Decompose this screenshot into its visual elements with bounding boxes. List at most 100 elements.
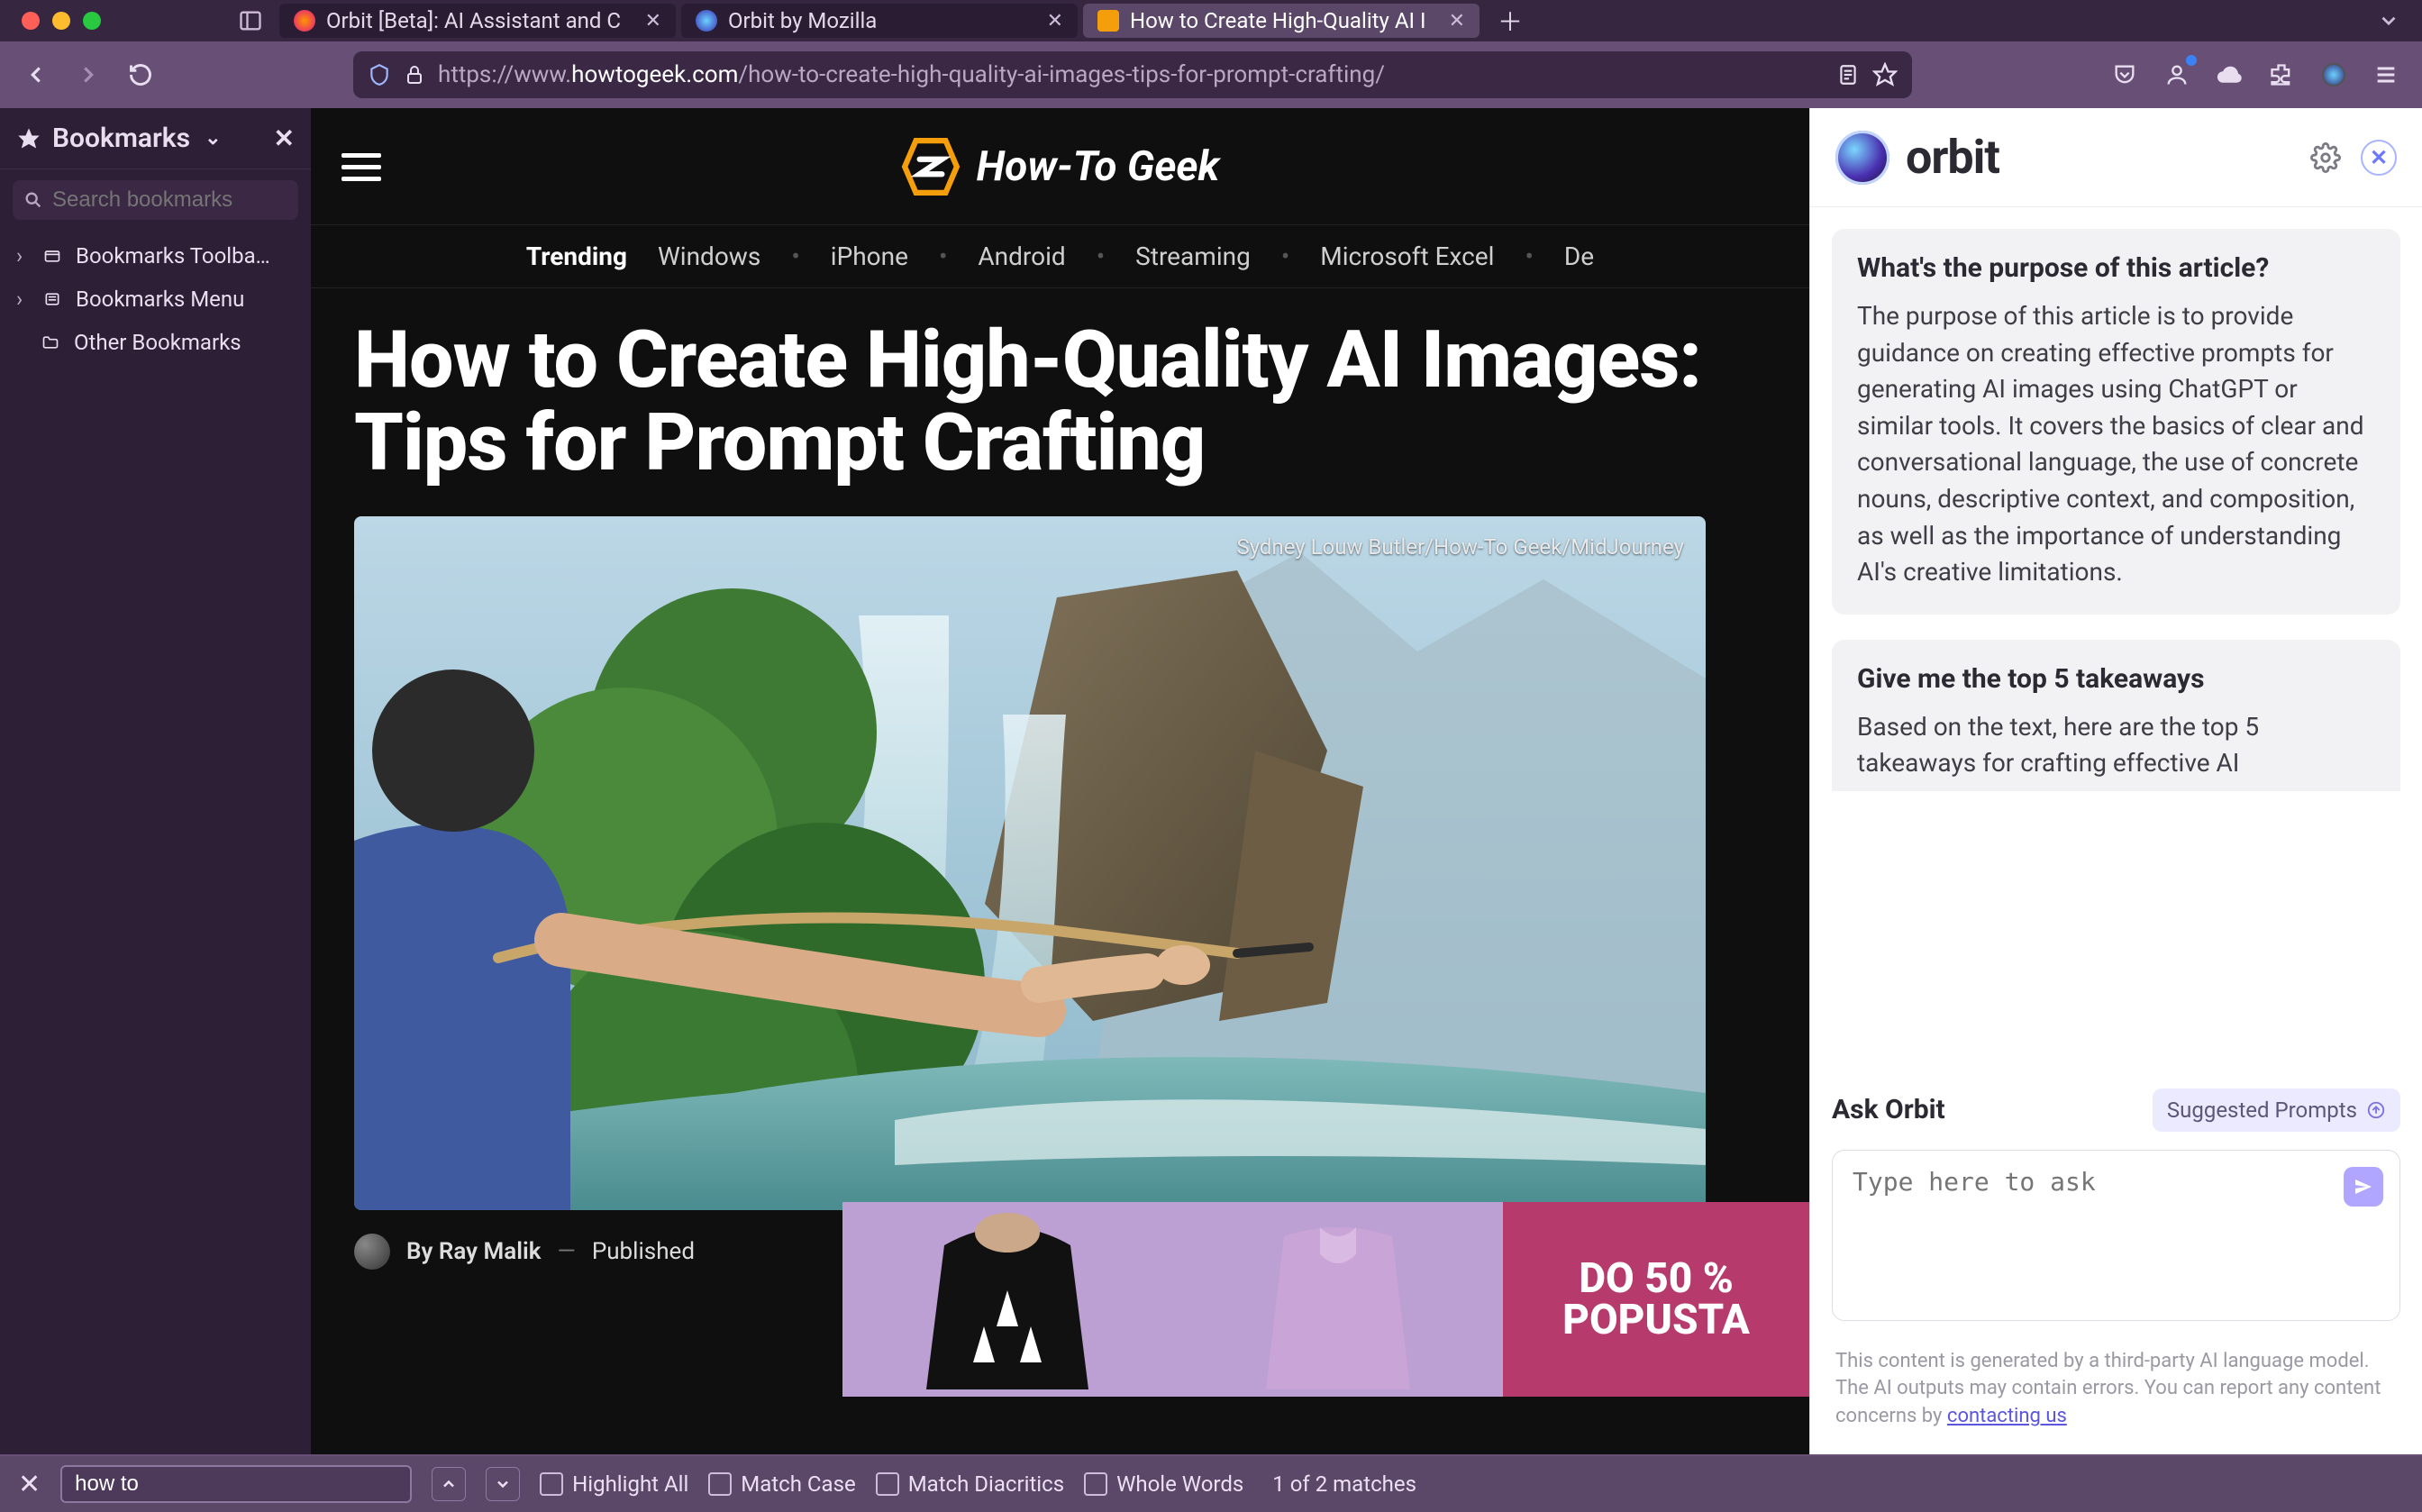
orbit-toolbar-icon[interactable] (2316, 57, 2352, 93)
new-tab-button[interactable]: ＋ (1485, 3, 1535, 39)
bookmarks-search[interactable] (13, 180, 298, 220)
ad-strip[interactable]: DO 50 % POPUSTA (842, 1202, 1809, 1397)
folder-label: Bookmarks Menu (76, 287, 244, 312)
find-match-diacritics[interactable]: Match Diacritics (876, 1471, 1064, 1497)
fullscreen-window-button[interactable] (83, 12, 101, 30)
window-controls (22, 12, 101, 30)
sidebar-toggle-button[interactable] (232, 5, 269, 37)
cloud-icon[interactable] (2211, 57, 2247, 93)
account-icon[interactable] (2159, 57, 2195, 93)
bookmarks-toolbar-folder[interactable]: › Bookmarks Toolba… (0, 234, 311, 278)
trending-link[interactable]: Microsoft Excel (1320, 241, 1494, 271)
address-bar[interactable]: https://www.howtogeek.com/how-to-create-… (353, 51, 1912, 98)
orbit-close-button[interactable]: ✕ (2361, 140, 2397, 176)
ask-input-box[interactable] (1832, 1150, 2400, 1321)
author-name[interactable]: By Ray Malik (406, 1238, 542, 1265)
suggested-prompts-button[interactable]: Suggested Prompts (2153, 1088, 2400, 1132)
bookmarks-sidebar: Bookmarks ⌄ ✕ › Bookmarks Toolba… › Book… (0, 108, 311, 1454)
find-highlight-all[interactable]: Highlight All (540, 1471, 688, 1497)
site-menu-button[interactable] (341, 146, 381, 188)
close-tab-icon[interactable]: ✕ (645, 10, 661, 32)
back-button[interactable] (18, 57, 54, 93)
close-tab-icon[interactable]: ✕ (1449, 10, 1465, 32)
find-prev-button[interactable] (432, 1467, 466, 1501)
site-header: How-To Geek (311, 108, 1809, 225)
bookmark-star-icon[interactable] (1872, 62, 1898, 87)
trending-link[interactable]: Streaming (1135, 241, 1251, 271)
ask-textarea[interactable] (1853, 1167, 2342, 1304)
bookmarks-menu-folder[interactable]: › Bookmarks Menu (0, 278, 311, 321)
url-text: https://www.howtogeek.com/how-to-create-… (438, 61, 1385, 88)
firefox-icon (294, 10, 315, 32)
orbit-header: orbit ✕ (1810, 108, 2422, 207)
close-window-button[interactable] (22, 12, 40, 30)
orbit-disclaimer: This content is generated by a third-par… (1810, 1330, 2422, 1454)
chevron-down-icon[interactable]: ⌄ (205, 127, 221, 150)
orbit-logo-icon (1835, 131, 1889, 185)
tab-overflow-button[interactable] (2366, 9, 2411, 32)
trending-label: Trending (526, 241, 627, 271)
publish-label: Published (592, 1238, 695, 1265)
orbit-response-card: What's the purpose of this article? The … (1832, 229, 2400, 615)
orbit-icon (696, 10, 717, 32)
tab-orbit-site[interactable]: Orbit by Mozilla ✕ (681, 4, 1078, 38)
caret-icon: › (16, 243, 31, 269)
orbit-contact-link[interactable]: contacting us (1947, 1405, 2067, 1427)
site-name: How-To Geek (977, 142, 1220, 191)
author-avatar[interactable] (354, 1234, 390, 1270)
ad-hoodie[interactable] (842, 1202, 1173, 1397)
site-logo[interactable]: How-To Geek (901, 137, 1220, 196)
toolbar-folder-icon (41, 247, 65, 265)
extensions-icon[interactable] (2263, 57, 2299, 93)
ask-send-button[interactable] (2344, 1167, 2383, 1207)
trending-link[interactable]: iPhone (831, 241, 908, 271)
orbit-panel: orbit ✕ What's the purpose of this artic… (1809, 108, 2422, 1454)
minimize-window-button[interactable] (52, 12, 70, 30)
pocket-icon[interactable] (2107, 57, 2143, 93)
orbit-response-card: Give me the top 5 takeaways Based on the… (1832, 640, 2400, 791)
trending-nav: Trending Windows• iPhone• Android• Strea… (311, 225, 1809, 288)
close-tab-icon[interactable]: ✕ (1047, 10, 1063, 32)
tab-howtogeek-article[interactable]: How to Create High-Quality AI I ✕ (1083, 4, 1480, 38)
find-whole-words[interactable]: Whole Words (1084, 1471, 1243, 1497)
ad-sweater[interactable] (1173, 1202, 1504, 1397)
tab-bar: Orbit [Beta]: AI Assistant and C ✕ Orbit… (0, 0, 2422, 41)
orbit-card-answer: The purpose of this article is to provid… (1857, 298, 2375, 591)
find-next-button[interactable] (486, 1467, 520, 1501)
orbit-card-answer: Based on the text, here are the top 5 ta… (1857, 709, 2375, 782)
nav-toolbar: https://www.howtogeek.com/how-to-create-… (0, 41, 2422, 108)
orbit-card-question: Give me the top 5 takeaways (1857, 663, 2375, 695)
howtogeek-logo-icon (901, 137, 961, 196)
lock-icon[interactable] (404, 64, 425, 86)
trending-link[interactable]: De (1564, 241, 1594, 271)
reader-mode-icon[interactable] (1836, 63, 1860, 87)
forward-button (70, 57, 106, 93)
trending-link[interactable]: Windows (658, 241, 760, 271)
orbit-ask-section: Ask Orbit Suggested Prompts (1810, 1072, 2422, 1330)
reload-button[interactable] (123, 57, 159, 93)
find-close-button[interactable]: ✕ (18, 1469, 41, 1500)
menu-folder-icon (41, 290, 65, 308)
orbit-settings-button[interactable] (2310, 142, 2341, 173)
tab-label: Orbit [Beta]: AI Assistant and C (326, 8, 634, 33)
folder-icon (40, 333, 63, 351)
hero-credit: Sydney Louw Butler/How-To Geek/MidJourne… (1236, 534, 1684, 560)
bookmarks-search-input[interactable] (52, 187, 332, 213)
article-headline: How to Create High-Quality AI Images: Ti… (354, 319, 1766, 486)
ad-discount[interactable]: DO 50 % POPUSTA (1503, 1202, 1809, 1397)
shield-icon[interactable] (368, 63, 391, 87)
find-match-case[interactable]: Match Case (708, 1471, 855, 1497)
folder-label: Other Bookmarks (74, 330, 241, 355)
other-bookmarks-folder[interactable]: Other Bookmarks (0, 321, 311, 364)
tab-orbit-addon[interactable]: Orbit [Beta]: AI Assistant and C ✕ (279, 4, 676, 38)
sidebar-title: Bookmarks (52, 123, 190, 154)
find-input[interactable] (60, 1465, 412, 1503)
orbit-card-question: What's the purpose of this article? (1857, 252, 2375, 284)
app-menu-icon[interactable] (2368, 57, 2404, 93)
trending-link[interactable]: Android (978, 241, 1065, 271)
web-page: How-To Geek Trending Windows• iPhone• An… (311, 108, 1809, 1454)
close-sidebar-button[interactable]: ✕ (274, 123, 295, 153)
find-status: 1 of 2 matches (1272, 1471, 1416, 1497)
article-hero-image: Sydney Louw Butler/How-To Geek/MidJourne… (354, 516, 1706, 1210)
search-icon (23, 190, 43, 210)
